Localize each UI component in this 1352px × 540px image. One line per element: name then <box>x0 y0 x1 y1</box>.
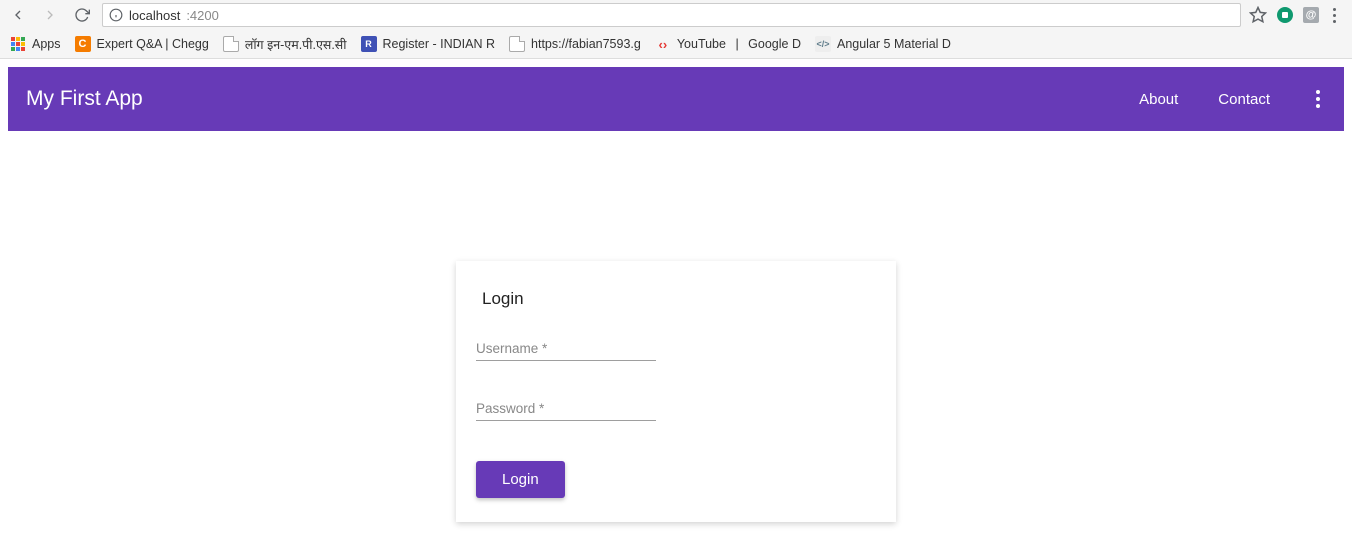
bookmark-star-icon[interactable] <box>1249 6 1267 24</box>
file-icon <box>509 36 525 52</box>
indian-icon: R <box>361 36 377 52</box>
password-field-wrapper: Password * <box>476 395 656 421</box>
bookmark-chegg[interactable]: C Expert Q&A | Chegg <box>75 36 209 52</box>
brackets-icon: ‹› <box>655 36 671 52</box>
chrome-menu-icon[interactable] <box>1329 4 1340 27</box>
nav-contact[interactable]: Contact <box>1218 91 1270 108</box>
app-title: My First App <box>26 87 143 111</box>
app-viewport: My First App About Contact Login Usernam… <box>0 59 1352 530</box>
extension-green-icon[interactable] <box>1277 7 1293 23</box>
url-icons-right: @ <box>1249 4 1346 27</box>
back-button[interactable] <box>6 3 30 27</box>
code-icon: </> <box>815 36 831 52</box>
apps-grid-icon <box>10 36 26 52</box>
username-input[interactable] <box>476 335 656 361</box>
info-icon <box>109 8 123 22</box>
url-bar-row: localhost :4200 @ <box>0 0 1352 30</box>
bookmark-apps[interactable]: Apps <box>10 36 61 52</box>
bookmark-fabian[interactable]: https://fabian7593.g <box>509 36 641 52</box>
app-nav: About Contact <box>1139 84 1326 114</box>
bookmarks-bar: Apps C Expert Q&A | Chegg लॉग इन-एम.पी.ए… <box>0 30 1352 58</box>
bookmark-indian[interactable]: R Register - INDIAN R <box>361 36 496 52</box>
bookmark-mpsc[interactable]: लॉग इन-एम.पी.एस.सी <box>223 36 347 53</box>
nav-about[interactable]: About <box>1139 91 1178 108</box>
username-field-wrapper: Username * <box>476 335 656 361</box>
bookmark-youtube-google[interactable]: ‹› YouTube | Google D <box>655 36 801 52</box>
browser-chrome: localhost :4200 @ Apps C Expert Q&A | Che… <box>0 0 1352 59</box>
password-input[interactable] <box>476 395 656 421</box>
chegg-icon: C <box>75 36 91 52</box>
url-host: localhost <box>129 8 180 23</box>
forward-button <box>38 3 62 27</box>
app-header: My First App About Contact <box>8 67 1344 131</box>
file-icon <box>223 36 239 52</box>
more-menu-icon[interactable] <box>1310 84 1326 114</box>
login-button[interactable]: Login <box>476 461 565 498</box>
bookmark-angular[interactable]: </> Angular 5 Material D <box>815 36 951 52</box>
url-port: :4200 <box>186 8 219 23</box>
url-field[interactable]: localhost :4200 <box>102 3 1241 27</box>
login-title: Login <box>482 289 876 309</box>
login-card: Login Username * Password * Login <box>456 261 896 522</box>
extension-gray-icon[interactable]: @ <box>1303 7 1319 23</box>
content-area: Login Username * Password * Login <box>8 131 1344 522</box>
reload-button[interactable] <box>70 3 94 27</box>
